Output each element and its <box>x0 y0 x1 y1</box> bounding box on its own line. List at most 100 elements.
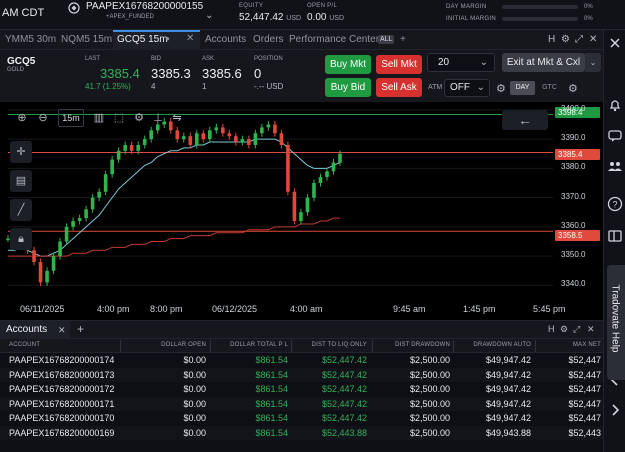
layout-icon[interactable] <box>607 228 623 244</box>
exit-dropdown-icon[interactable]: ⌄ <box>585 53 601 72</box>
buy-bid-button[interactable]: Buy Bid <box>325 78 371 97</box>
y-tick-label: 3390.0 <box>561 133 586 143</box>
table-row[interactable]: PAAPEX16768200000174 $0.00 $861.54 $52,447.… <box>0 353 603 367</box>
atm-select[interactable]: OFF ⌄ <box>444 79 490 97</box>
initial-margin-pct: 0% <box>584 16 593 22</box>
bid-size: 4 <box>151 82 156 91</box>
add-panel-tab-icon[interactable]: + <box>77 322 84 336</box>
tab-nqm5[interactable]: NQM5 15m <box>61 34 112 45</box>
tab-orders[interactable]: Orders <box>253 34 284 45</box>
candle-body <box>273 124 277 134</box>
openpl-value: 0.00 USD <box>307 12 345 23</box>
sell-ask-button[interactable]: Sell Ask <box>376 78 422 97</box>
add-tab-icon[interactable]: + <box>400 34 406 45</box>
cell-max-net: $52,443 <box>568 427 601 438</box>
cell-dollar-open: $0.00 <box>183 369 206 380</box>
candle-body <box>201 133 206 140</box>
order-settings-gear-icon[interactable]: ⚙ <box>568 82 578 95</box>
chart-type-icon[interactable]: ▥ <box>90 109 108 127</box>
candle-body <box>90 197 95 210</box>
expand-right-icon[interactable] <box>607 402 623 418</box>
zoom-out-icon[interactable]: ⊖ <box>34 109 52 127</box>
tab-performance-center[interactable]: Performance Center <box>289 34 379 45</box>
chart-canvas[interactable] <box>0 102 603 320</box>
tab-close-icon[interactable]: ✕ <box>186 33 194 44</box>
buy-market-button[interactable]: Buy Mkt <box>325 55 371 74</box>
last-price-tag: 3385.4 <box>555 149 600 160</box>
hotkey-h-icon[interactable]: H <box>548 34 555 45</box>
chat-icon[interactable] <box>607 128 623 144</box>
accounts-tab-close-icon[interactable]: ✕ <box>58 321 66 339</box>
atm-settings-gear-icon[interactable]: ⚙ <box>496 82 506 95</box>
exit-at-market-button[interactable]: Exit at Mkt & Cxl <box>502 53 585 72</box>
settings-gear-icon[interactable]: ⚙ <box>561 34 570 45</box>
maximize-icon[interactable]: ⤢ <box>575 34 583 45</box>
selection-icon[interactable]: ⬚ <box>110 109 128 127</box>
all-tabs-badge[interactable]: ALL <box>378 35 395 44</box>
x-tick-label: 06/11/2025 <box>20 304 65 314</box>
sell-market-button[interactable]: Sell Mkt <box>376 55 422 74</box>
tif-gtc-button[interactable]: GTC <box>537 81 562 95</box>
quantity-input[interactable]: 20 ⌄ <box>427 53 495 72</box>
accounts-close-icon[interactable]: ✕ <box>587 324 595 335</box>
close-module-icon[interactable]: ✕ <box>589 34 597 45</box>
templates-icon[interactable]: ⇋ <box>168 109 186 127</box>
symbol-description: GOLD <box>7 67 25 73</box>
crosshair-icon[interactable]: ✛ <box>10 141 32 163</box>
table-row[interactable]: PAAPEX16768200000171 $0.00 $861.54 $52,447.… <box>0 396 603 411</box>
tab-gcq5[interactable]: GCQ5 15m <box>117 34 168 45</box>
account-name[interactable]: PAAPEX16768200000155 <box>86 1 203 12</box>
tab-accounts-panel[interactable]: Accounts ✕ <box>0 321 70 339</box>
interval-selector[interactable]: 15m <box>58 109 84 127</box>
right-sidebar: ? <box>603 30 625 452</box>
tab-ymm5[interactable]: YMM5 30m <box>5 34 56 45</box>
scroll-to-latest-icon[interactable]: ← <box>502 110 548 130</box>
bell-icon[interactable] <box>607 97 623 113</box>
candle-body <box>110 159 114 175</box>
x-tick-label: 4:00 pm <box>97 304 130 314</box>
quantity-dropdown-icon[interactable]: ⌄ <box>480 54 488 71</box>
table-row[interactable]: PAAPEX16768200000173 $0.00 $861.54 $52,447.… <box>0 367 603 382</box>
indicators-icon[interactable]: ⊥ <box>149 109 167 127</box>
col-drawdown-auto[interactable]: DRAWDOWN AUTO <box>455 342 531 348</box>
account-dropdown-icon[interactable]: ⌄ <box>205 10 213 21</box>
cell-drawdown-auto: $49,947.42 <box>485 355 531 365</box>
col-dist-drawdown[interactable]: DIST DRAWDOWN <box>374 342 450 348</box>
table-row[interactable]: PAAPEX16768200000170 $0.00 $861.54 $52,447.… <box>0 411 603 425</box>
tab-accounts[interactable]: Accounts <box>205 34 246 45</box>
position-label: POSITION <box>254 56 283 62</box>
chart-settings-icon[interactable]: ⚙ <box>130 109 148 127</box>
notes-icon[interactable]: ▤ <box>10 170 32 192</box>
lock-icon[interactable]: 🔒︎ <box>10 228 32 250</box>
close-icon[interactable] <box>607 35 623 51</box>
draw-line-icon[interactable]: ╱ <box>10 199 32 221</box>
cell-account: PAAPEX16768200000174 <box>9 355 115 365</box>
col-divider <box>372 340 373 352</box>
zoom-in-icon[interactable]: ⊕ <box>13 109 31 127</box>
candle-body <box>325 171 329 178</box>
account-icon[interactable] <box>68 2 80 14</box>
accounts-hotkey-h-icon[interactable]: H <box>548 324 555 334</box>
bid-label: BID <box>151 56 162 62</box>
symbol-name[interactable]: GCQ5 <box>7 56 35 67</box>
table-row[interactable]: PAAPEX16768200000172 $0.00 $861.54 $52,447.… <box>0 382 603 396</box>
col-dollar-open[interactable]: DOLLAR OPEN <box>122 342 206 348</box>
col-total-pl[interactable]: DOLLAR TOTAL P L <box>212 342 288 348</box>
accounts-maximize-icon[interactable]: ⤢ <box>573 324 580 335</box>
cell-dist-drawdown: $2,500.00 <box>409 427 450 438</box>
col-divider <box>453 340 454 352</box>
candle-body <box>97 191 101 198</box>
col-max-net[interactable]: MAX NET <box>537 342 601 348</box>
tradovate-help-tab[interactable]: Tradovate Help <box>607 265 625 380</box>
accounts-settings-gear-icon[interactable]: ⚙ <box>560 324 568 335</box>
y-tick-label: 3380.0 <box>561 162 586 172</box>
cell-dollar-open: $0.00 <box>183 398 206 409</box>
col-dist-liq[interactable]: DIST TO LIQ ONLY <box>293 342 367 348</box>
tif-day-button[interactable]: DAY <box>510 81 535 95</box>
col-account[interactable]: ACCOUNT <box>9 342 40 348</box>
price-chart[interactable]: ⊕ ⊖ 15m ▥ ⬚ ⚙ ⊥ ⇋ ← ✛ ▤ ╱ 🔒︎ 3398.4 3385… <box>0 102 603 320</box>
community-icon[interactable] <box>607 158 623 174</box>
help-icon[interactable]: ? <box>607 196 623 212</box>
table-row[interactable]: PAAPEX16768200000169 $0.00 $861.54 $52,443.… <box>0 425 603 440</box>
col-divider <box>291 340 292 352</box>
